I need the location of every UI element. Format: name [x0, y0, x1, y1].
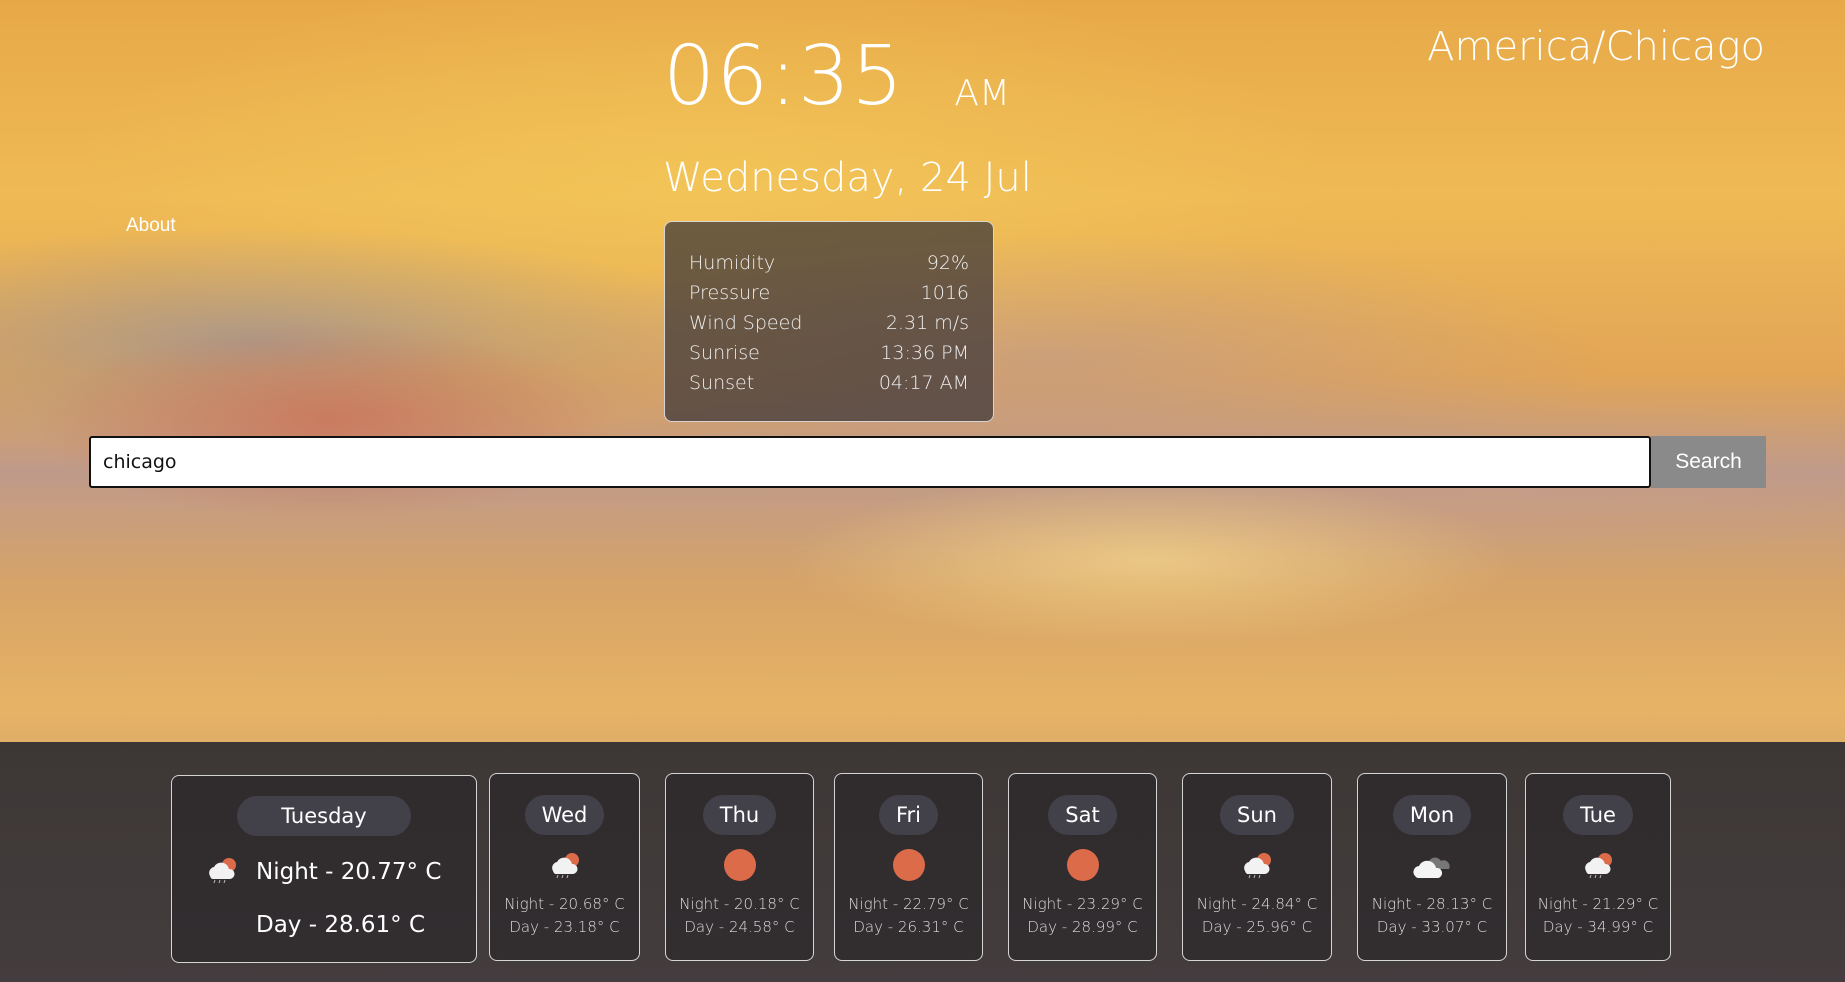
current-date: Wednesday, 24 Jul	[663, 155, 1032, 201]
day-temp: Day - 28.99° C	[1027, 918, 1138, 936]
cloud-sun-rain-icon	[547, 843, 583, 887]
night-temp: Night - 22.79° C	[848, 895, 969, 913]
weather-stats-panel: Humidity 92% Pressure 1016 Wind Speed 2.…	[664, 221, 994, 422]
cloud-sun-rain-icon	[1580, 843, 1616, 887]
day-pill: Thu	[702, 795, 777, 835]
stat-label: Pressure	[689, 282, 771, 304]
stat-sunrise: Sunrise 13:36 PM	[689, 338, 969, 368]
sun-icon	[723, 843, 756, 887]
stat-humidity: Humidity 92%	[689, 248, 969, 278]
forecast-card: Fri Night - 22.79° C Day - 26.31° C	[834, 773, 983, 961]
about-link[interactable]: About	[126, 215, 176, 237]
forecast-card: Sat Night - 23.29° C Day - 28.99° C	[1008, 773, 1157, 961]
clouds-icon	[1410, 843, 1454, 887]
timezone-label: America/Chicago	[1427, 24, 1765, 70]
day-pill: Mon	[1392, 795, 1472, 835]
today-day-temp: Day - 28.61° C	[256, 912, 426, 938]
forecast-card-today: Tuesday Night - 20.77° C Day - 28.61° C	[171, 775, 477, 963]
day-pill: Wed	[524, 795, 605, 835]
night-temp: Night - 20.18° C	[679, 895, 800, 913]
night-temp: Night - 20.68° C	[504, 895, 625, 913]
day-temp: Day - 26.31° C	[853, 918, 964, 936]
stat-value: 1016	[920, 282, 969, 304]
day-temp: Day - 34.99° C	[1542, 918, 1654, 936]
stat-sunset: Sunset 04:17 AM	[689, 368, 969, 398]
day-pill: Tuesday	[237, 796, 411, 836]
sun-icon	[1066, 843, 1099, 887]
day-pill: Fri	[878, 795, 939, 835]
day-pill: Sun	[1220, 795, 1294, 835]
stat-wind-speed: Wind Speed 2.31 m/s	[689, 308, 969, 338]
stat-label: Sunset	[689, 372, 755, 394]
stat-pressure: Pressure 1016	[689, 278, 969, 308]
search-button[interactable]: Search	[1651, 436, 1766, 488]
cloud-sun-rain-icon	[1239, 843, 1275, 887]
forecast-card: Tue Night - 21.29° C Day - 34.99° C	[1525, 773, 1671, 961]
day-temp: Day - 25.96° C	[1201, 918, 1313, 936]
stat-label: Sunrise	[689, 342, 760, 364]
night-temp: Night - 28.13° C	[1371, 895, 1493, 913]
sun-icon	[892, 843, 925, 887]
cloud-sun-rain-icon	[204, 856, 248, 888]
night-temp: Night - 21.29° C	[1537, 895, 1659, 913]
stat-value: 2.31 m/s	[885, 312, 969, 334]
night-temp: Night - 24.84° C	[1196, 895, 1318, 913]
day-pill: Sat	[1048, 795, 1117, 835]
stat-label: Humidity	[689, 252, 776, 274]
night-temp: Night - 23.29° C	[1022, 895, 1143, 913]
search-bar: Search	[89, 436, 1766, 488]
day-temp: Day - 24.58° C	[684, 918, 795, 936]
clock: 06:35 AM	[663, 36, 1010, 118]
day-pill: Tue	[1563, 795, 1633, 835]
search-input[interactable]	[89, 436, 1651, 488]
stat-value: 13:36 PM	[880, 342, 969, 364]
forecast-card: Mon Night - 28.13° C Day - 33.07° C	[1357, 773, 1507, 961]
stat-value: 92%	[926, 252, 969, 274]
stat-label: Wind Speed	[689, 312, 803, 334]
forecast-card: Thu Night - 20.18° C Day - 24.58° C	[665, 773, 814, 961]
day-temp: Day - 23.18° C	[509, 918, 620, 936]
today-night-temp: Night - 20.77° C	[256, 859, 442, 885]
clock-ampm: AM	[954, 73, 1010, 114]
forecast-card: Sun Night - 24.84° C Day - 25.96° C	[1182, 773, 1332, 961]
day-temp: Day - 33.07° C	[1376, 918, 1488, 936]
forecast-card: Wed Night - 20.68° C Day - 23.18° C	[489, 773, 640, 961]
clock-time: 06:35	[663, 29, 905, 124]
stat-value: 04:17 AM	[878, 372, 969, 394]
